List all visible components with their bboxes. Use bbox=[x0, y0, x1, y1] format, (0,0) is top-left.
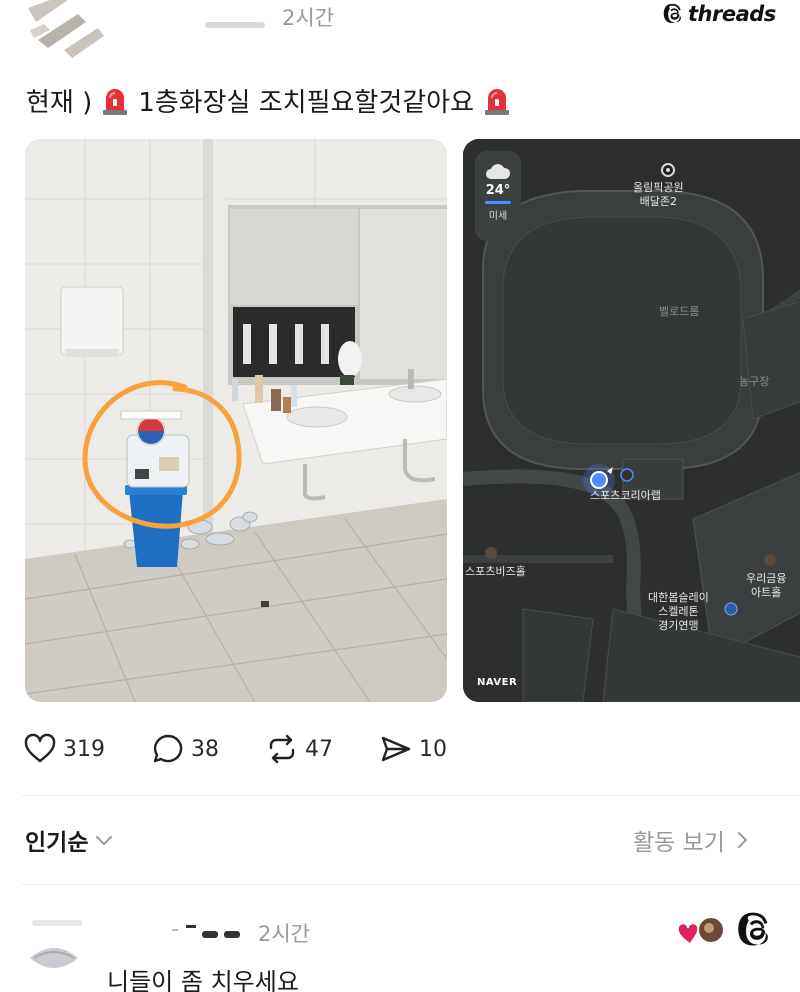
naver-map-logo: NAVER bbox=[477, 677, 518, 688]
post-photo-map[interactable]: 24° 미세 올림픽공원 배달존2 벨로드롬 농구장 스포츠코리아랩 스포츠비즈… bbox=[463, 139, 800, 702]
post-action-bar: 319 38 47 10 bbox=[23, 730, 493, 768]
weather-widget[interactable]: 24° 미세 bbox=[475, 151, 521, 241]
map-label-basketball[interactable]: 농구장 bbox=[739, 375, 769, 389]
air-quality-bar bbox=[485, 201, 511, 204]
restroom-photo bbox=[25, 139, 447, 702]
post-body: 현재 ) 1층화장실 조치필요할것같아요 bbox=[26, 82, 510, 119]
threads-wordmark: threads bbox=[688, 2, 776, 26]
comment-timestamp: 2시간 bbox=[258, 922, 311, 946]
view-activity-label: 활동 보기 bbox=[633, 830, 725, 856]
post-photo-restroom[interactable] bbox=[25, 139, 447, 702]
commenter-username[interactable] bbox=[172, 925, 248, 939]
share-button[interactable]: 10 bbox=[379, 732, 447, 766]
repost-button[interactable]: 47 bbox=[265, 732, 333, 766]
comment-count: 38 bbox=[191, 736, 219, 762]
threads-icon[interactable] bbox=[737, 911, 775, 949]
comment-avatar-top bbox=[32, 920, 82, 926]
chevron-right-icon bbox=[737, 832, 748, 848]
share-count: 10 bbox=[419, 736, 447, 762]
send-icon bbox=[381, 736, 411, 762]
sort-dropdown[interactable]: 인기순 bbox=[25, 823, 114, 857]
rotating-light-icon bbox=[485, 88, 510, 115]
view-activity-link[interactable]: 활동 보기 bbox=[633, 823, 749, 857]
comment-icon bbox=[153, 734, 183, 763]
weather-fine-dust: 미세 bbox=[488, 211, 508, 222]
like-count: 319 bbox=[63, 736, 105, 762]
comment-button[interactable]: 38 bbox=[151, 732, 219, 766]
like-button[interactable]: 319 bbox=[23, 732, 105, 766]
post-text-prefix: 현재 ) bbox=[26, 88, 93, 118]
heart-icon bbox=[24, 733, 56, 763]
map-label-bobsleigh-federation[interactable]: 대한봅슬레이 스켈레톤 경기연맹 bbox=[648, 591, 709, 633]
comment-liked-indicator[interactable] bbox=[676, 914, 726, 948]
map-label-woori-art-hall[interactable]: 우리금융 아트홀 bbox=[746, 572, 786, 600]
post-timestamp: 2시간 bbox=[282, 6, 335, 30]
sort-label: 인기순 bbox=[25, 830, 89, 856]
rotating-light-icon bbox=[103, 88, 128, 115]
repost-count: 47 bbox=[305, 736, 333, 762]
author-username[interactable] bbox=[205, 22, 265, 28]
post-text: 1층화장실 조치필요할것같아요 bbox=[138, 88, 475, 118]
map-label-sports-biz-hall[interactable]: 스포츠비즈홀 bbox=[465, 565, 526, 579]
comment-text: 니들이 좀 치우세요 bbox=[107, 968, 299, 992]
threads-logo: threads bbox=[663, 2, 776, 26]
cloud-icon bbox=[486, 164, 511, 179]
map-label-velodrome[interactable]: 벨로드롬 bbox=[659, 305, 699, 319]
commenter-avatar[interactable] bbox=[28, 938, 80, 970]
weather-temperature: 24° bbox=[485, 183, 511, 198]
map-label-sports-lab[interactable]: 스포츠코리아랩 bbox=[590, 489, 661, 503]
threads-icon bbox=[663, 3, 681, 23]
map-label-park[interactable]: 올림픽공원 배달존2 bbox=[633, 181, 684, 209]
author-avatar[interactable] bbox=[28, 0, 108, 60]
repost-icon bbox=[269, 734, 295, 764]
divider bbox=[22, 795, 800, 796]
chevron-down-icon bbox=[96, 836, 113, 846]
divider bbox=[22, 884, 800, 885]
